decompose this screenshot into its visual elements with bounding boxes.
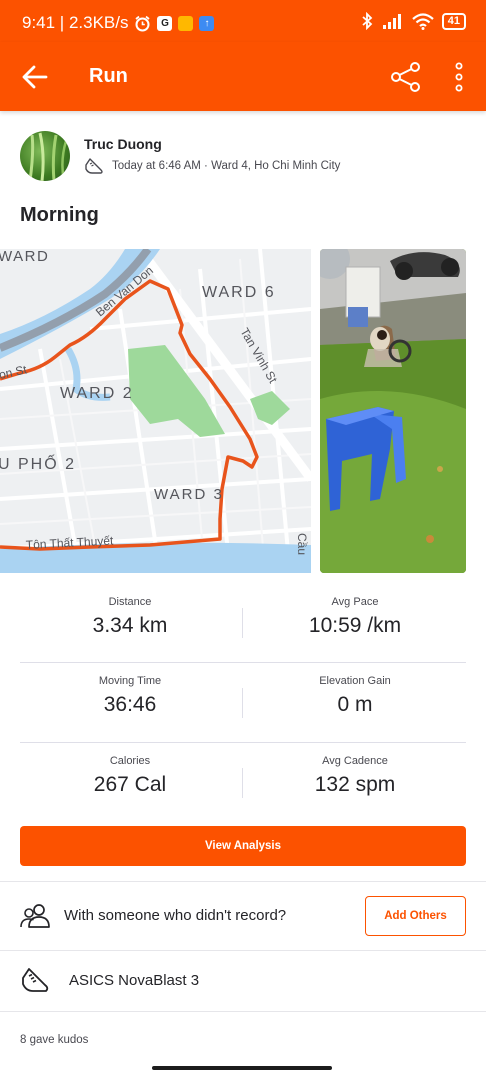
- map-label-ward-top: WARD: [0, 249, 49, 265]
- home-indicator[interactable]: [152, 1066, 332, 1070]
- divider: [242, 768, 243, 798]
- divider: [242, 608, 243, 638]
- status-time-speed: 9:41 | 2.3KB/s: [22, 13, 129, 32]
- stat-label: Avg Cadence: [322, 755, 388, 767]
- stat-distance: Distance 3.34 km: [20, 596, 240, 638]
- alarm-icon: [135, 15, 151, 31]
- athlete-name[interactable]: Truc Duong: [84, 136, 162, 152]
- with-someone-text: With someone who didn't record?: [64, 907, 287, 924]
- stat-elevation-gain: Elevation Gain 0 m: [245, 675, 465, 717]
- stat-calories: Calories 267 Cal: [20, 755, 240, 797]
- signal-icon: [382, 14, 401, 29]
- map-label-cau: Cầu: [295, 533, 309, 555]
- google-app-icon: G: [157, 15, 173, 31]
- route-map[interactable]: WARD WARD 6 WARD 2 WARD 3 U PHỐ 2 Ben Va…: [0, 249, 311, 573]
- stat-label: Elevation Gain: [319, 675, 391, 687]
- map-label-ward3: WARD 3: [154, 486, 224, 503]
- share-icon[interactable]: [390, 61, 422, 93]
- add-others-button[interactable]: Add Others: [365, 896, 466, 936]
- arrow-left-icon[interactable]: [20, 63, 50, 91]
- stat-value: 0 m: [337, 693, 373, 716]
- map-label-ward6: WARD 6: [202, 284, 276, 301]
- activity-meta-text: Today at 6:46 AM · Ward 4, Ho Chi Minh C…: [112, 160, 341, 172]
- kudos-count[interactable]: 8 gave kudos: [20, 1034, 88, 1046]
- stat-label: Distance: [108, 596, 152, 608]
- stat-avg-pace: Avg Pace 10:59 /km: [245, 596, 465, 638]
- stat-value: 132 spm: [314, 773, 396, 796]
- more-vertical-icon[interactable]: [450, 62, 468, 92]
- map-label-pho2: U PHỐ 2: [0, 453, 76, 473]
- activity-meta: Today at 6:46 AM · Ward 4, Ho Chi Minh C…: [84, 157, 340, 175]
- avatar-image: [28, 132, 68, 181]
- stat-avg-cadence: Avg Cadence 132 spm: [245, 755, 465, 797]
- group-icon: [20, 904, 50, 928]
- stat-moving-time: Moving Time 36:46: [20, 675, 240, 717]
- divider: [0, 881, 486, 882]
- upload-icon: ↑: [199, 15, 215, 31]
- shoe-icon: [22, 968, 49, 992]
- stat-value: 36:46: [103, 693, 157, 716]
- stat-label: Avg Pace: [331, 596, 379, 608]
- gear-shoe-name[interactable]: ASICS NovaBlast 3: [69, 972, 199, 989]
- wifi-icon: [412, 12, 434, 30]
- battery-indicator: 41: [441, 12, 466, 30]
- map-label-ward2: WARD 2: [60, 385, 134, 402]
- page-title: Run: [89, 65, 128, 87]
- bluetooth-icon: [362, 12, 373, 30]
- status-bar: 9:41 | 2.3KB/s G ↑ 41: [0, 0, 486, 42]
- stat-value: 3.34 km: [92, 614, 168, 637]
- activity-title: Morning: [20, 204, 99, 226]
- divider: [0, 1011, 486, 1012]
- avatar[interactable]: [20, 131, 70, 181]
- stat-label: Calories: [109, 755, 151, 767]
- divider: [242, 688, 243, 718]
- divider: [20, 662, 466, 663]
- activity-photo[interactable]: [320, 249, 466, 573]
- app-notification-icon: [178, 15, 194, 31]
- stat-label: Moving Time: [98, 675, 162, 687]
- app-bar: Run: [0, 42, 486, 111]
- divider: [0, 950, 486, 951]
- stat-value: 267 Cal: [93, 773, 167, 796]
- divider: [20, 742, 466, 743]
- view-analysis-button[interactable]: View Analysis: [20, 826, 466, 866]
- shoe-icon: [85, 158, 103, 174]
- stat-value: 10:59 /km: [308, 614, 402, 637]
